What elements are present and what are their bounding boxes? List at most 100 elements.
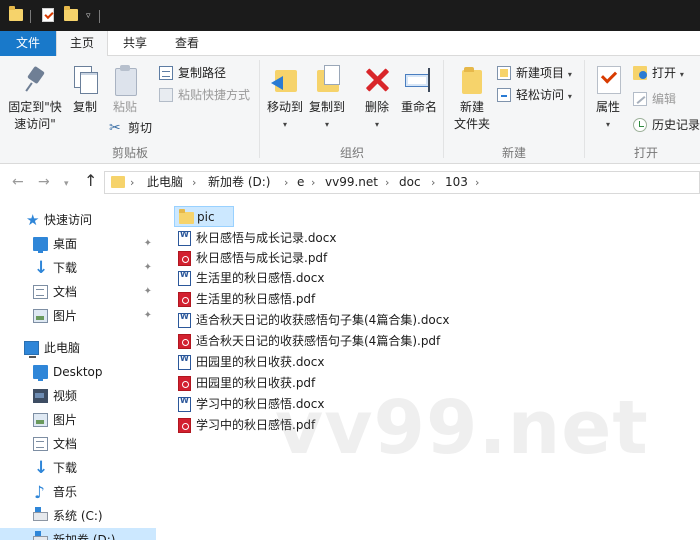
copy-button[interactable]: 复制 — [68, 64, 102, 116]
breadcrumb-separator-icon[interactable]: › — [284, 172, 288, 193]
pin-to-quick-access-button[interactable]: 固定到"快 速访问" — [6, 64, 64, 133]
pin-icon[interactable]: ✦ — [144, 280, 152, 304]
new-item-button[interactable]: 新建项目 ▾ — [496, 63, 572, 83]
rename-button[interactable]: 重命名 — [398, 64, 440, 116]
cut-label: 剪切 — [128, 121, 153, 135]
list-item[interactable]: 生活里的秋日感悟.pdf — [174, 289, 315, 310]
group-divider — [584, 60, 585, 158]
pin-icon[interactable]: ✦ — [144, 304, 152, 328]
quick-access-item-desktop[interactable]: 桌面 ✦ — [0, 232, 156, 256]
file-name: 适合秋天日记的收获感悟句子集(4篇合集).pdf — [196, 334, 441, 348]
paste-shortcut-icon — [159, 88, 173, 102]
cut-button[interactable]: 剪切 — [108, 118, 152, 138]
open-label: 打开 — [652, 66, 677, 80]
move-to-button[interactable]: 移动到 ▾ — [264, 64, 306, 133]
chevron-down-icon: ▾ — [679, 70, 684, 79]
properties-button[interactable]: 属性 ▾ — [590, 64, 626, 133]
list-item[interactable]: 秋日感悟与成长记录.pdf — [174, 248, 327, 269]
history-label: 历史记录 — [652, 118, 700, 132]
list-item[interactable]: 生活里的秋日感悟.docx — [174, 268, 324, 289]
breadcrumb-separator-icon[interactable]: › — [192, 172, 196, 193]
breadcrumb-separator-icon[interactable]: › — [385, 172, 389, 193]
quick-access-node[interactable]: 快速访问 — [0, 208, 156, 232]
list-item[interactable]: 适合秋天日记的收获感悟句子集(4篇合集).pdf — [174, 331, 440, 352]
breadcrumb-separator-icon[interactable]: › — [311, 172, 315, 193]
file-name: 秋日感悟与成长记录.pdf — [196, 251, 328, 265]
word-document-icon — [178, 394, 191, 412]
folder-icon[interactable] — [9, 6, 23, 21]
this-pc-label: 此电脑 — [44, 341, 81, 355]
recent-locations-chevron-icon[interactable]: ▾ — [64, 175, 69, 193]
copy-to-button[interactable]: 复制到 ▾ — [306, 64, 348, 133]
properties-icon[interactable] — [42, 8, 54, 22]
new-folder-button[interactable]: 新建 文件夹 — [450, 64, 494, 133]
this-pc-item-videos[interactable]: 视频 — [0, 384, 156, 408]
toolbar-divider — [99, 10, 100, 23]
edit-button[interactable]: 编辑 — [632, 89, 676, 109]
pin-label-line2: 速访问" — [14, 117, 56, 131]
back-arrow-icon[interactable]: ← — [12, 173, 24, 191]
open-button[interactable]: 打开 ▾ — [632, 63, 684, 83]
this-pc-item-drive-d[interactable]: 新加卷 (D:) — [0, 528, 156, 540]
breadcrumb-e[interactable]: e — [297, 172, 304, 193]
tab-file[interactable]: 文件 — [0, 31, 56, 56]
pdf-document-icon — [178, 251, 191, 266]
this-pc-item-desktop[interactable]: Desktop — [0, 360, 156, 384]
customize-toolbar-chevron-icon[interactable]: ▿ — [86, 9, 94, 25]
paste-button[interactable]: 粘贴 — [108, 64, 142, 116]
breadcrumb-separator-icon[interactable]: › — [475, 172, 479, 193]
list-item-folder-pic[interactable]: pic — [174, 206, 234, 227]
quick-access-item-downloads[interactable]: 下载 ✦ — [0, 256, 156, 280]
delete-button[interactable]: 删除 ▾ — [360, 64, 394, 133]
pin-icon[interactable]: ✦ — [144, 256, 152, 280]
list-item[interactable]: 适合秋天日记的收获感悟句子集(4篇合集).docx — [174, 310, 449, 331]
list-item[interactable]: 田园里的秋日收获.docx — [174, 352, 324, 373]
tree-item-label: 图片 — [53, 309, 78, 323]
tab-view[interactable]: 查看 — [162, 31, 212, 56]
this-pc-item-pictures[interactable]: 图片 — [0, 408, 156, 432]
breadcrumb-103[interactable]: 103 — [445, 172, 468, 193]
paste-shortcut-button[interactable]: 粘贴快捷方式 — [158, 85, 250, 105]
tab-share[interactable]: 共享 — [110, 31, 160, 56]
pdf-document-icon — [178, 376, 191, 391]
word-document-icon — [178, 352, 191, 370]
breadcrumb-vv99[interactable]: vv99.net — [325, 172, 378, 193]
rename-label: 重命名 — [400, 100, 437, 114]
breadcrumb-separator-icon[interactable]: › — [431, 172, 435, 193]
copy-path-button[interactable]: 复制路径 — [158, 63, 226, 83]
pin-icon[interactable]: ✦ — [144, 232, 152, 256]
this-pc-item-system-c[interactable]: 系统 (C:) — [0, 504, 156, 528]
tree-item-label: 图片 — [53, 413, 78, 427]
documents-icon — [33, 285, 48, 299]
open-group-label: 打开 — [633, 146, 658, 160]
this-pc-item-documents[interactable]: 文档 — [0, 432, 156, 456]
quick-access-item-pictures[interactable]: 图片 ✦ — [0, 304, 156, 328]
breadcrumb-drive-d[interactable]: 新加卷 (D:) — [208, 172, 270, 193]
tab-home[interactable]: 主页 — [56, 31, 108, 57]
folder-icon — [111, 176, 125, 188]
star-icon — [26, 208, 41, 232]
this-pc-item-music[interactable]: 音乐 — [0, 480, 156, 505]
chevron-down-icon: ▾ — [324, 120, 329, 129]
history-button[interactable]: 历史记录 — [632, 115, 700, 135]
up-arrow-icon[interactable]: ↑ — [84, 172, 97, 190]
address-bar[interactable]: › 此电脑 › 新加卷 (D:) › e › vv99.net › doc › … — [104, 171, 700, 194]
breadcrumb-doc[interactable]: doc — [399, 172, 421, 193]
this-pc-item-downloads[interactable]: 下载 — [0, 456, 156, 480]
list-item[interactable]: 秋日感悟与成长记录.docx — [174, 228, 336, 249]
new-folder-icon[interactable] — [64, 6, 78, 21]
file-name: 生活里的秋日感悟.docx — [196, 271, 325, 285]
pin-label-line1: 固定到"快 — [8, 100, 62, 114]
paste-label: 粘贴 — [112, 100, 137, 114]
breadcrumb-this-pc[interactable]: 此电脑 — [147, 172, 183, 193]
drive-icon — [33, 507, 48, 521]
this-pc-node[interactable]: 此电脑 — [0, 336, 156, 360]
organize-group-label: 组织 — [339, 146, 364, 160]
scissors-icon — [109, 118, 123, 138]
forward-arrow-icon[interactable]: → — [38, 173, 50, 191]
edit-icon — [633, 92, 647, 106]
toolbar-divider — [30, 10, 31, 23]
easy-access-button[interactable]: 轻松访问 ▾ — [496, 85, 572, 105]
breadcrumb-separator-icon[interactable]: › — [130, 172, 134, 193]
quick-access-item-documents[interactable]: 文档 ✦ — [0, 280, 156, 304]
